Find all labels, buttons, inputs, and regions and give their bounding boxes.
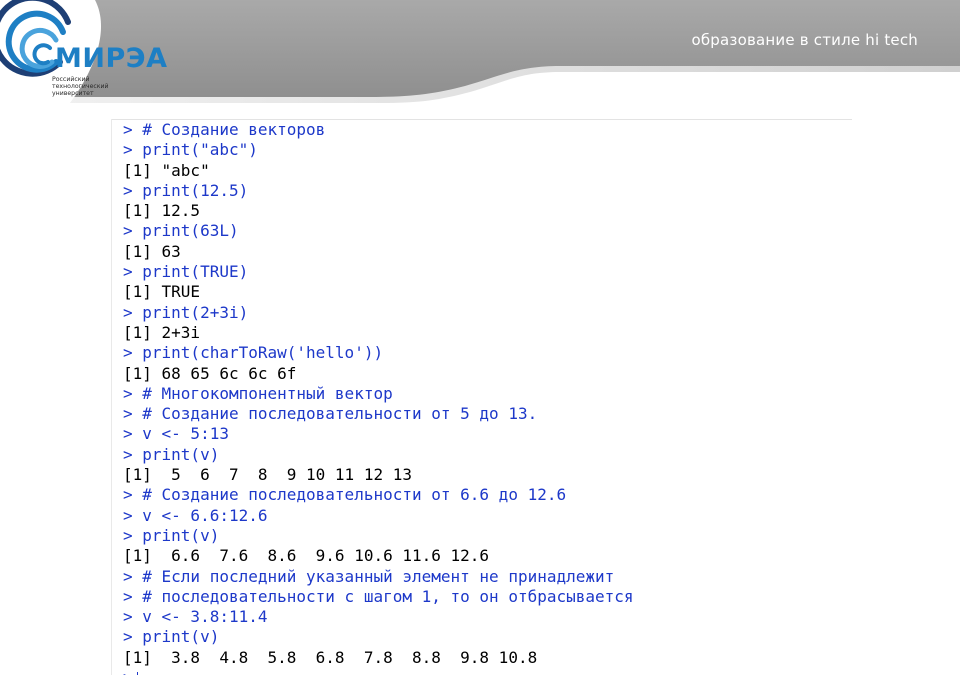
console-command-line: > print(v) bbox=[123, 444, 220, 464]
console-command-line: > print("abc") bbox=[123, 140, 258, 160]
logo-subtitle-line: технологический bbox=[52, 83, 109, 90]
console-output-line: [1] 68 65 6c 6c 6f bbox=[123, 363, 297, 383]
console-command-line: > v <- 3.8:11.4 bbox=[123, 607, 268, 627]
console-command-line: > # Создание векторов bbox=[123, 120, 326, 139]
console-command-line: > print(2+3i) bbox=[123, 302, 249, 322]
console-output-line: [1] 5 6 7 8 9 10 11 12 13 bbox=[123, 465, 412, 485]
logo-subtitle: Российский технологический университет bbox=[52, 76, 109, 97]
console-command-line: > v <- 6.6:12.6 bbox=[123, 505, 268, 525]
console-output-line: [1] "abc" bbox=[123, 160, 210, 180]
logo-subtitle-line: Российский bbox=[52, 76, 90, 83]
console-output-line: [1] 6.6 7.6 8.6 9.6 10.6 11.6 12.6 bbox=[123, 546, 490, 566]
console-command-line: > # последовательности с шагом 1, то он … bbox=[123, 586, 634, 606]
console-command-line: > # Создание последовательности от 5 до … bbox=[123, 404, 538, 424]
console-command-line: > v <- 5:13 bbox=[123, 424, 229, 444]
console-border bbox=[111, 119, 112, 675]
console-command-line: > print(63L) bbox=[123, 221, 239, 241]
console-output-line: [1] 2+3i bbox=[123, 322, 201, 342]
console-output-line: [1] 12.5 bbox=[123, 201, 201, 221]
text-cursor bbox=[136, 671, 138, 675]
console-command-line: > print(v) bbox=[123, 525, 220, 545]
console-command-line: > # Многокомпонентный вектор bbox=[123, 383, 393, 403]
logo-wordmark: МИРЭА bbox=[55, 43, 168, 74]
header-tagline: образование в стиле hi tech bbox=[691, 31, 918, 49]
r-console[interactable]: > # Создание векторов > print("abc") [1]… bbox=[111, 119, 852, 675]
console-input-line[interactable]: > bbox=[123, 668, 634, 675]
console-output-line: [1] 3.8 4.8 5.8 6.8 7.8 8.8 9.8 10.8 bbox=[123, 647, 538, 667]
console-output: > # Создание векторов > print("abc") [1]… bbox=[123, 120, 634, 675]
console-command-line: > print(12.5) bbox=[123, 180, 249, 200]
console-command-line: > # Создание последовательности от 6.6 д… bbox=[123, 485, 567, 505]
console-command-line: > print(v) bbox=[123, 627, 220, 647]
console-command-line: > print(TRUE) bbox=[123, 262, 249, 282]
console-command-line: > # Если последний указанный элемент не … bbox=[123, 566, 615, 586]
console-output-line: [1] TRUE bbox=[123, 282, 201, 302]
console-prompt: > bbox=[123, 668, 133, 675]
console-command-line: > print(charToRaw('hello')) bbox=[123, 343, 384, 363]
console-output-line: [1] 63 bbox=[123, 241, 181, 261]
logo-subtitle-line: университет bbox=[52, 90, 94, 97]
